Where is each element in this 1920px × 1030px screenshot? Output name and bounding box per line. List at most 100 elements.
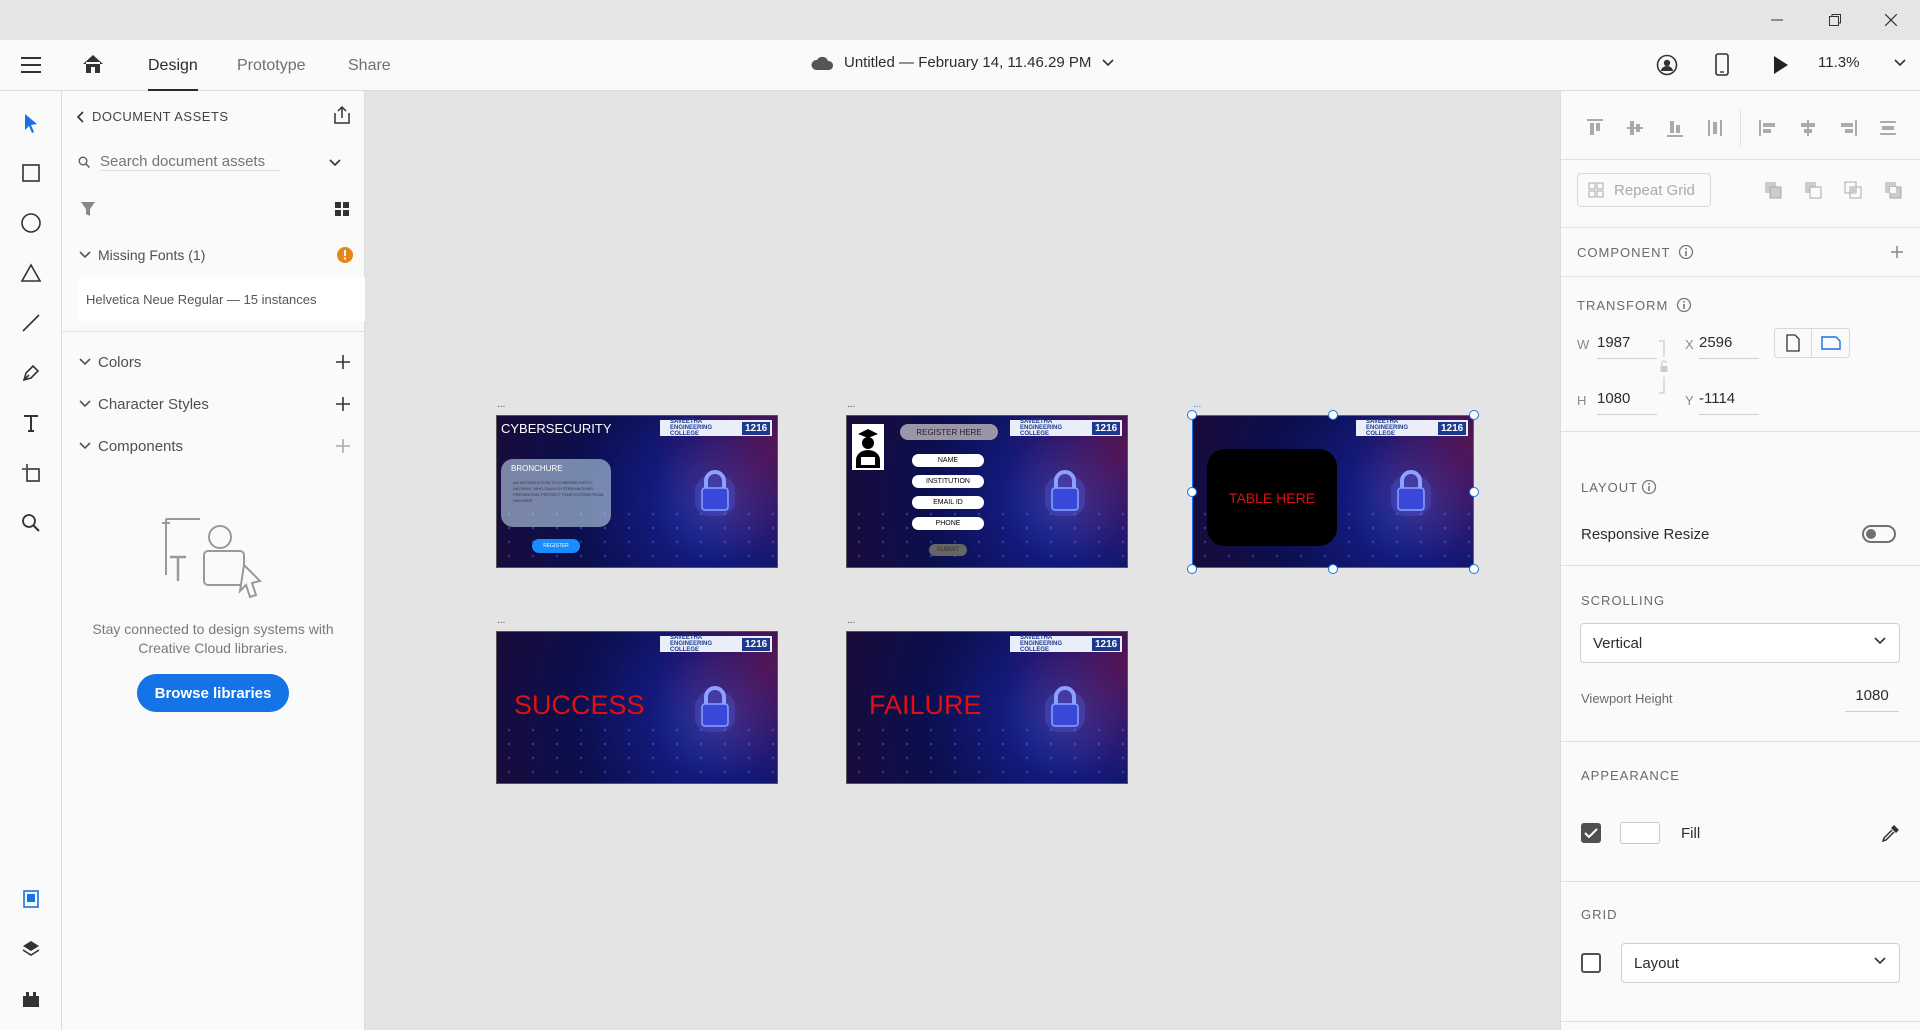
asset-search-input[interactable] [100, 153, 280, 171]
scrolling-dropdown[interactable]: Vertical [1580, 623, 1900, 663]
home-button[interactable] [81, 53, 105, 80]
plugins-button[interactable] [11, 979, 51, 1019]
add-character-style-plus-icon[interactable] [333, 394, 353, 414]
text-tool[interactable] [11, 403, 51, 443]
artboard-table-selected[interactable]: SAVEETHA ENGINEERING COLLEGE 1216 TABLE H… [1192, 415, 1474, 568]
scrolling-value: Vertical [1593, 634, 1643, 652]
polygon-tool[interactable] [11, 253, 51, 293]
width-input[interactable]: 1987 [1597, 331, 1657, 359]
line-tool[interactable] [11, 303, 51, 343]
missing-font-item[interactable]: Helvetica Neue Regular — 15 instances [78, 277, 365, 321]
align-bottom-button[interactable] [1660, 113, 1690, 143]
padlock-icon [695, 470, 735, 516]
colors-section-toggle[interactable]: Colors [78, 347, 353, 377]
browse-libraries-button[interactable]: Browse libraries [137, 674, 289, 712]
layers-button[interactable] [11, 929, 51, 969]
info-icon[interactable] [1641, 479, 1657, 495]
boolean-add-button[interactable] [1758, 175, 1788, 205]
grid-view-button[interactable] [334, 201, 350, 222]
filter-button[interactable] [80, 201, 96, 222]
resize-handle[interactable] [1328, 410, 1338, 420]
distribute-vertical-button[interactable] [1700, 113, 1730, 143]
fill-checkbox[interactable] [1581, 823, 1601, 843]
warning-alert-icon [337, 247, 353, 263]
chevron-down-icon[interactable] [328, 158, 342, 168]
maximize-button[interactable] [1806, 0, 1864, 40]
college-logo-text: SAVEETHA ENGINEERING COLLEGE [670, 419, 713, 437]
artboard-cybersecurity[interactable]: SAVEETHA ENGINEERING COLLEGE 1216 CYBERSE… [496, 415, 778, 568]
height-input[interactable]: 1080 [1597, 387, 1657, 415]
rectangle-tool[interactable] [11, 153, 51, 193]
add-component-plus-icon[interactable] [333, 436, 353, 456]
artboard-label[interactable]: ... [497, 615, 505, 626]
tab-design[interactable]: Design [148, 40, 198, 91]
boolean-intersect-button[interactable] [1838, 175, 1868, 205]
artboard-failure[interactable]: SAVEETHA ENGINEERING COLLEGE 1216 FAILURE [846, 631, 1128, 784]
play-preview-button[interactable] [1773, 55, 1789, 80]
resize-handle[interactable] [1469, 487, 1479, 497]
boolean-subtract-button[interactable] [1798, 175, 1828, 205]
close-button[interactable] [1862, 0, 1920, 40]
lock-aspect-ratio-icon[interactable] [1657, 339, 1671, 395]
tab-prototype[interactable]: Prototype [237, 40, 305, 91]
artboard-register[interactable]: SAVEETHA ENGINEERING COLLEGE 1216 REGISTE… [846, 415, 1128, 568]
boolean-exclude-button[interactable] [1878, 175, 1908, 205]
align-middle-button[interactable] [1620, 113, 1650, 143]
artboard-success[interactable]: SAVEETHA ENGINEERING COLLEGE 1216 SUCCESS [496, 631, 778, 784]
align-right-button[interactable] [1833, 113, 1863, 143]
artboard-label[interactable]: ... [1193, 399, 1201, 410]
viewport-height-input[interactable]: 1080 [1845, 684, 1899, 712]
components-section-toggle[interactable]: Components [78, 431, 353, 461]
eyedropper-icon[interactable] [1881, 823, 1901, 843]
resize-handle[interactable] [1187, 564, 1197, 574]
artboard-label[interactable]: ... [847, 615, 855, 626]
device-preview-button[interactable] [1715, 53, 1729, 82]
repeat-grid-button[interactable]: Repeat Grid [1577, 173, 1711, 207]
pen-tool[interactable] [11, 353, 51, 393]
ellipse-tool[interactable] [11, 203, 51, 243]
y-input[interactable]: -1114 [1699, 387, 1759, 415]
y-label: Y [1685, 393, 1694, 408]
artboard-label[interactable]: ... [497, 399, 505, 410]
tab-share[interactable]: Share [348, 40, 391, 91]
resize-handle[interactable] [1187, 410, 1197, 420]
minimize-button[interactable] [1748, 0, 1806, 40]
distribute-horizontal-button[interactable] [1873, 113, 1903, 143]
align-left-button[interactable] [1753, 113, 1783, 143]
fill-color-swatch[interactable] [1620, 822, 1660, 844]
distribute-horizontal-icon [1880, 121, 1896, 135]
info-icon[interactable] [1678, 244, 1694, 260]
landscape-button[interactable] [1813, 329, 1849, 357]
share-upload-icon [334, 105, 350, 124]
portrait-button[interactable] [1775, 329, 1812, 357]
artboard-tool[interactable] [11, 453, 51, 493]
assets-back-button[interactable]: DOCUMENT ASSETS [76, 109, 229, 124]
x-input[interactable]: 2596 [1699, 331, 1759, 359]
info-icon[interactable] [1676, 297, 1692, 313]
add-component-plus-icon[interactable] [1889, 244, 1905, 260]
zoom-dropdown[interactable]: 11.3% [1818, 54, 1907, 71]
artboard-label[interactable]: ... [847, 399, 855, 410]
align-center-button[interactable] [1793, 113, 1823, 143]
resize-handle[interactable] [1187, 487, 1197, 497]
document-title-menu[interactable]: Untitled — February 14, 11.46.29 PM [810, 54, 1115, 71]
align-top-button[interactable] [1580, 113, 1610, 143]
zoom-tool[interactable] [11, 503, 51, 543]
repeat-grid-icon [1588, 182, 1604, 198]
missing-fonts-toggle[interactable]: Missing Fonts (1) [78, 240, 353, 270]
design-canvas[interactable]: ... SAVEETHA ENGINEERING COLLEGE 1216 CYB… [365, 91, 1560, 1030]
resize-handle[interactable] [1328, 564, 1338, 574]
invite-button[interactable] [1656, 54, 1678, 81]
add-color-plus-icon[interactable] [333, 352, 353, 372]
select-tool[interactable] [11, 103, 51, 143]
character-styles-section-toggle[interactable]: Character Styles [78, 389, 353, 419]
grid-type-dropdown[interactable]: Layout [1621, 943, 1900, 983]
grid-checkbox[interactable] [1581, 953, 1601, 973]
document-assets-button[interactable] [11, 879, 51, 919]
hamburger-menu-button[interactable] [20, 55, 42, 80]
filter-icon [81, 202, 95, 216]
export-assets-button[interactable] [332, 105, 352, 130]
responsive-resize-toggle[interactable] [1862, 525, 1896, 543]
resize-handle[interactable] [1469, 410, 1479, 420]
resize-handle[interactable] [1469, 564, 1479, 574]
